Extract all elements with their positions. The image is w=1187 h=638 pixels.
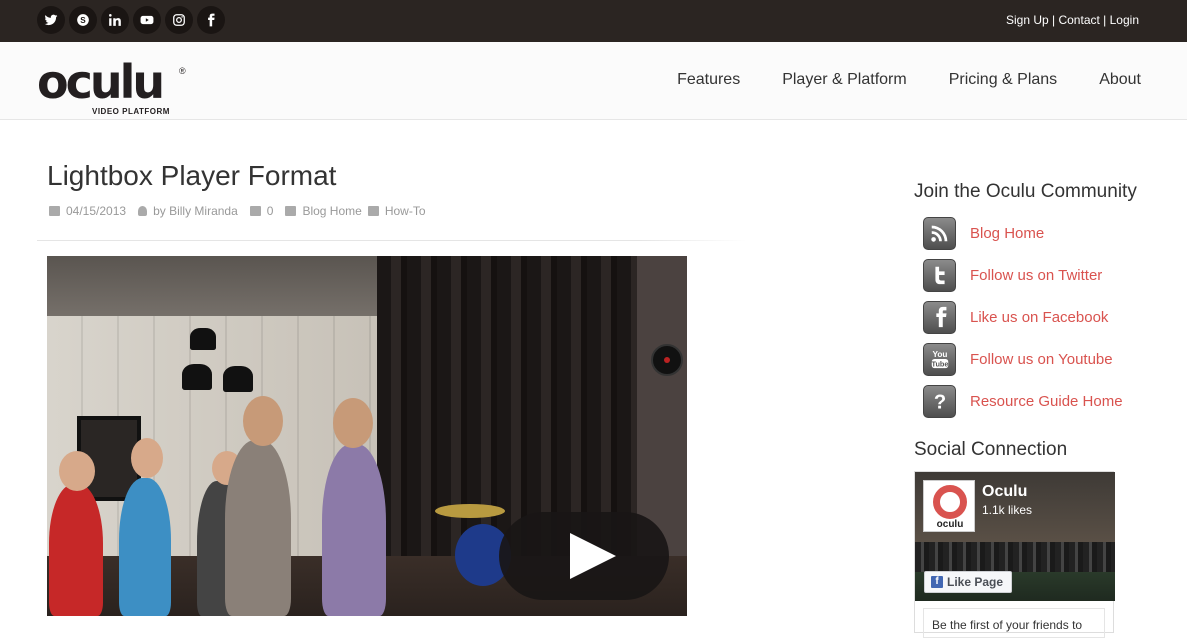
skype-icon[interactable]: S <box>69 6 97 34</box>
sidebar-item-resource-guide[interactable]: ? Resource Guide Home <box>923 380 1123 422</box>
title-divider <box>37 240 747 241</box>
play-button[interactable] <box>499 512 669 600</box>
nav-player-platform[interactable]: Player & Platform <box>782 71 906 89</box>
signup-link[interactable]: Sign Up <box>1006 13 1049 27</box>
avatar-wordmark: oculu <box>936 519 964 530</box>
video-scene <box>322 444 386 616</box>
svg-text:Tube: Tube <box>931 359 948 368</box>
social-links: S <box>37 6 225 34</box>
nav-pricing-plans[interactable]: Pricing & Plans <box>949 71 1058 89</box>
youtube-icon: You Tube <box>923 342 956 376</box>
sidebar-link-facebook[interactable]: Like us on Facebook <box>970 309 1108 326</box>
rss-icon <box>923 216 956 250</box>
post-title: Lightbox Player Format <box>47 160 337 191</box>
sidebar-item-facebook[interactable]: Like us on Facebook <box>923 296 1123 338</box>
community-heading: Join the Oculu Community <box>914 181 1137 202</box>
post-comments-count[interactable]: 0 <box>267 204 274 218</box>
login-link[interactable]: Login <box>1110 13 1139 27</box>
oculu-ring-icon <box>933 485 967 519</box>
video-scene <box>651 344 683 376</box>
calendar-icon <box>49 206 60 216</box>
facebook-like-page-button[interactable]: f Like Page <box>924 571 1013 593</box>
community-links: Blog Home Follow us on Twitter Like us o… <box>923 212 1123 422</box>
facebook-icon <box>923 300 956 334</box>
sidebar-link-resource-guide[interactable]: Resource Guide Home <box>970 393 1123 410</box>
sidebar-link-blog-home[interactable]: Blog Home <box>970 225 1044 242</box>
social-connection-heading: Social Connection <box>914 439 1068 460</box>
post-category-blog-home[interactable]: Blog Home <box>302 204 361 218</box>
site-header: oculu ® VIDEO PLATFORM Features Player &… <box>0 42 1187 120</box>
sidebar-item-youtube[interactable]: You Tube Follow us on Youtube <box>923 338 1123 380</box>
question-icon: ? <box>923 384 956 418</box>
video-scene <box>119 478 171 616</box>
folder-icon <box>285 206 297 216</box>
user-icon <box>138 206 148 216</box>
facebook-page-name[interactable]: Oculu <box>982 483 1027 501</box>
video-scene <box>243 396 283 446</box>
top-bar: S Sign Up | Contact | Login <box>0 0 1187 42</box>
video-scene <box>223 366 253 392</box>
post-meta: 04/15/2013 by Billy Miranda 0 Blog Home … <box>49 204 438 218</box>
cover-skyline <box>915 542 1115 572</box>
link-separator: | <box>1048 13 1059 27</box>
post-category-how-to[interactable]: How-To <box>385 204 426 218</box>
sidebar-item-blog-home[interactable]: Blog Home <box>923 212 1123 254</box>
post-author[interactable]: by Billy Miranda <box>153 204 238 218</box>
video-scene <box>59 451 95 491</box>
facebook-page-avatar[interactable]: oculu <box>923 480 975 532</box>
facebook-like-count: 1.1k likes <box>982 503 1033 517</box>
svg-text:You: You <box>932 350 947 359</box>
sidebar-item-twitter[interactable]: Follow us on Twitter <box>923 254 1123 296</box>
oculu-logo[interactable]: oculu ® VIDEO PLATFORM <box>37 55 186 116</box>
facebook-icon: f <box>931 576 943 588</box>
account-links: Sign Up | Contact | Login <box>1006 13 1139 27</box>
video-player[interactable] <box>47 256 687 616</box>
svg-text:?: ? <box>933 391 945 412</box>
link-separator: | <box>1099 13 1110 27</box>
post-date: 04/15/2013 <box>66 204 127 218</box>
svg-text:S: S <box>80 16 86 25</box>
folder-icon <box>367 206 379 216</box>
sidebar-link-youtube[interactable]: Follow us on Youtube <box>970 351 1113 368</box>
nav-features[interactable]: Features <box>677 71 740 89</box>
logo-registered-mark: ® <box>179 66 186 76</box>
main-nav: Features Player & Platform Pricing & Pla… <box>677 71 1141 89</box>
video-scene <box>225 440 291 616</box>
video-scene <box>182 364 212 390</box>
logo-wordmark: oculu <box>37 55 165 109</box>
video-scene <box>49 484 103 616</box>
video-scene <box>190 328 216 350</box>
facebook-friends-note: Be the first of your friends to <box>923 608 1105 638</box>
comments-icon <box>249 206 261 216</box>
video-scene <box>131 438 163 478</box>
instagram-icon[interactable] <box>165 6 193 34</box>
logo-subtitle: VIDEO PLATFORM <box>92 107 170 116</box>
linkedin-icon[interactable] <box>101 6 129 34</box>
contact-link[interactable]: Contact <box>1058 13 1099 27</box>
like-page-label: Like Page <box>947 575 1004 589</box>
nav-about[interactable]: About <box>1099 71 1141 89</box>
video-scene <box>435 504 505 518</box>
video-scene <box>333 398 373 448</box>
facebook-icon[interactable] <box>197 6 225 34</box>
twitter-icon[interactable] <box>37 6 65 34</box>
sidebar-link-twitter[interactable]: Follow us on Twitter <box>970 267 1102 284</box>
youtube-icon[interactable] <box>133 6 161 34</box>
twitter-icon <box>923 258 956 292</box>
facebook-page-widget[interactable]: oculu Oculu 1.1k likes f Like Page Be th… <box>914 471 1115 638</box>
